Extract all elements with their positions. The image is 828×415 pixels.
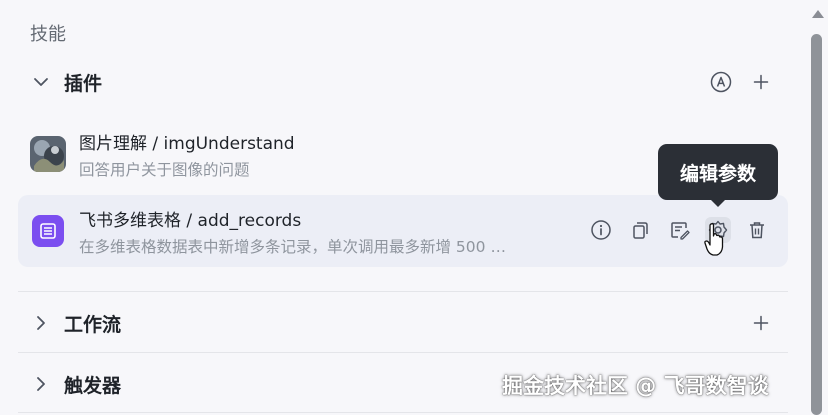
chevron-right-icon[interactable] xyxy=(28,371,54,397)
trigger-group-label: 触发器 xyxy=(64,374,122,397)
add-workflow-button[interactable] xyxy=(748,310,774,336)
watermark: 掘金技术社区 @ 飞哥数智谈 xyxy=(502,374,769,398)
section-title: 技能 xyxy=(30,24,66,45)
plus-icon xyxy=(753,315,769,331)
hand-cursor-icon xyxy=(704,222,726,262)
divider xyxy=(18,412,788,413)
plugins-group-label: 插件 xyxy=(64,72,103,95)
edit-description-icon[interactable] xyxy=(666,217,692,243)
info-icon[interactable] xyxy=(588,217,614,243)
edit-params-tooltip: 编辑参数 xyxy=(658,144,778,207)
plugins-group-header[interactable]: 插件 xyxy=(18,64,788,100)
chevron-right-icon[interactable] xyxy=(28,310,54,336)
scroll-up-arrow-icon[interactable] xyxy=(812,10,824,18)
plugin-description: 回答用户关于图像的问题 xyxy=(79,160,250,179)
trash-icon[interactable] xyxy=(744,217,770,243)
scroll-thumb[interactable] xyxy=(811,34,822,415)
bitable-icon xyxy=(32,215,64,247)
plugin-description: 在多维表格数据表中新增多条记录，单次调用最多新增 500 … xyxy=(79,237,506,256)
chevron-down-icon[interactable] xyxy=(28,69,54,95)
scrollbar[interactable] xyxy=(808,0,828,415)
divider xyxy=(18,291,788,292)
workflow-group-header[interactable]: 工作流 xyxy=(18,305,788,341)
plugin-name: 图片理解 / imgUnderstand xyxy=(79,133,295,154)
plus-icon xyxy=(753,74,769,90)
skills-panel: 技能 插件 图片理解 / imgUnderstand 回答用户关于图像的问题 飞… xyxy=(0,0,800,415)
image-thumbnail xyxy=(30,136,66,172)
plugin-name: 飞书多维表格 / add_records xyxy=(79,210,302,231)
workflow-group-label: 工作流 xyxy=(64,313,122,336)
plugin-item-add-records[interactable]: 飞书多维表格 / add_records 在多维表格数据表中新增多条记录，单次调… xyxy=(18,195,788,267)
divider xyxy=(18,352,788,353)
copy-icon[interactable] xyxy=(627,217,653,243)
add-plugin-button[interactable] xyxy=(748,69,774,95)
auto-icon[interactable] xyxy=(708,69,734,95)
